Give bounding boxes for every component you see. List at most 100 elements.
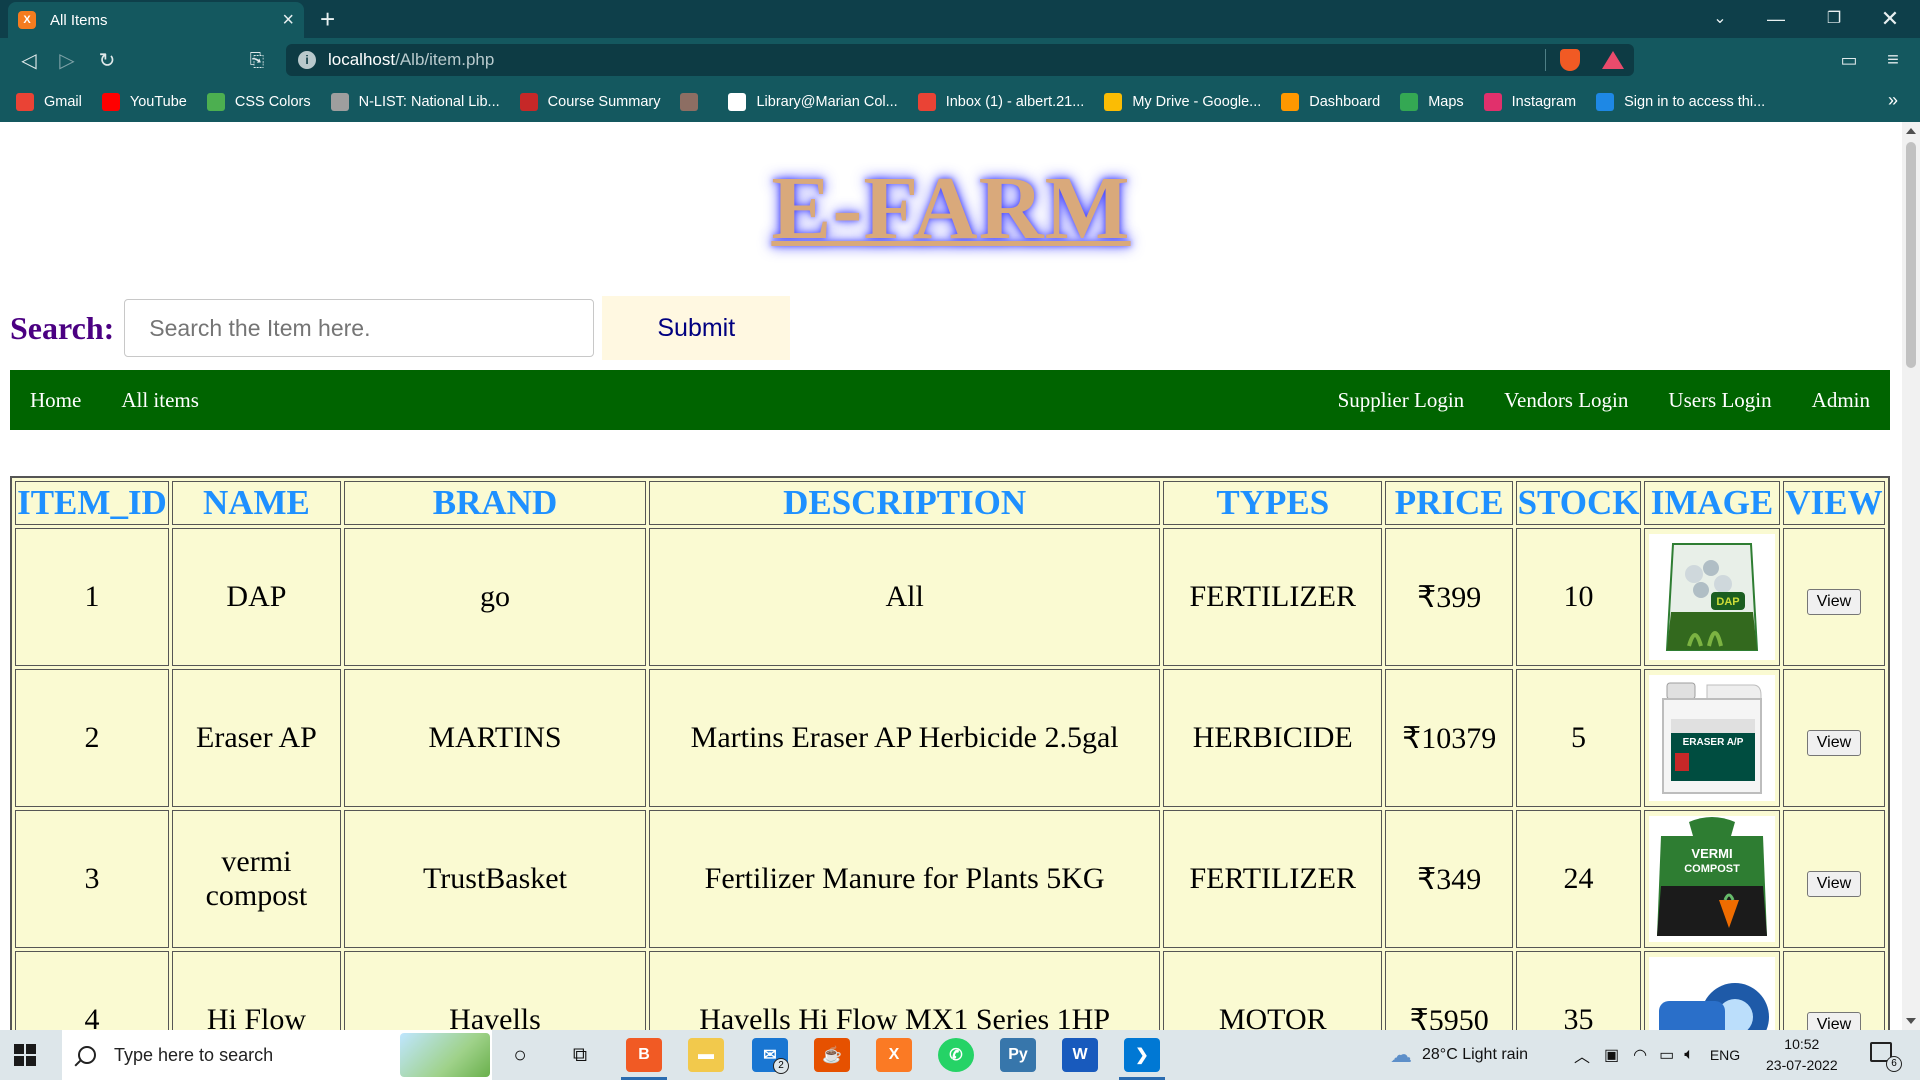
bookmark-label: Library@Marian Col... — [756, 94, 898, 110]
cell-item-id: 2 — [15, 669, 169, 807]
input-language[interactable]: ENG — [1710, 1047, 1740, 1063]
view-button[interactable]: View — [1806, 870, 1862, 897]
cell-stock: 10 — [1516, 528, 1641, 666]
java-icon[interactable]: ☕ — [814, 1038, 850, 1072]
tab-close-icon[interactable]: × — [282, 10, 294, 30]
bookmark-item[interactable]: Sign in to access thi... — [1596, 93, 1765, 111]
bookmark-label: Inbox (1) - albert.21... — [945, 94, 1085, 110]
battery-icon[interactable]: ▭ — [1659, 1045, 1674, 1065]
cell-description: Fertilizer Manure for Plants 5KG — [649, 810, 1161, 948]
bookmark-item[interactable]: Instagram — [1483, 93, 1577, 111]
xampp-icon[interactable]: X — [876, 1038, 912, 1072]
bookmark-item[interactable]: Dashboard — [1281, 93, 1380, 111]
system-tray: ︿ ▣ ◠ ▭ 🔈︎ ENG — [1574, 1030, 1740, 1080]
scroll-up-arrow-icon[interactable] — [1906, 128, 1916, 134]
python-icon[interactable]: Py — [1000, 1038, 1036, 1072]
show-hidden-icons-chevron-icon[interactable]: ︿ — [1574, 1043, 1590, 1067]
scrollbar-thumb[interactable] — [1906, 142, 1916, 368]
site-info-icon[interactable]: i — [298, 51, 316, 69]
cell-view: View — [1783, 528, 1885, 666]
tab-search-chevron-icon[interactable]: ⌄ — [1700, 4, 1740, 34]
task-view-icon[interactable]: ⧉ — [562, 1038, 598, 1072]
volume-icon[interactable]: 🔈︎ — [1684, 1046, 1694, 1064]
wallet-icon[interactable]: ▭ — [1834, 46, 1864, 74]
cortana-icon[interactable]: ○ — [502, 1038, 538, 1072]
nav-admin[interactable]: Admin — [1792, 388, 1890, 413]
nav-vendors-login[interactable]: Vendors Login — [1484, 388, 1648, 413]
bookmark-label: Instagram — [1511, 94, 1577, 110]
bookmark-item[interactable]: Maps — [1400, 93, 1464, 111]
dashboard-icon — [1281, 93, 1300, 111]
reload-button[interactable]: ↻ — [92, 46, 122, 74]
cell-name: Hi Flow — [171, 951, 341, 1030]
scroll-down-arrow-icon[interactable] — [1906, 1018, 1916, 1024]
browser-menu-icon[interactable]: ≡ — [1878, 46, 1908, 74]
file-explorer-icon[interactable]: ▬ — [688, 1038, 724, 1072]
tab-title: All Items — [50, 11, 108, 29]
search-input[interactable] — [124, 299, 595, 357]
wifi-icon[interactable]: ◠ — [1633, 1045, 1647, 1065]
windows-start-icon[interactable] — [14, 1044, 36, 1066]
page-scrollbar[interactable] — [1902, 122, 1920, 1030]
site-logo: E-FARM — [771, 159, 1131, 258]
view-button[interactable]: View — [1806, 1011, 1862, 1030]
bookmark-item[interactable]: Inbox (1) - albert.21... — [917, 93, 1085, 111]
nav-supplier-login[interactable]: Supplier Login — [1318, 388, 1485, 413]
view-button[interactable]: View — [1806, 588, 1862, 615]
restore-button[interactable]: ❐ — [1814, 4, 1854, 34]
bookmark-item[interactable]: YouTube — [101, 93, 187, 111]
view-button[interactable]: View — [1806, 729, 1862, 756]
header-price: PRICE — [1385, 481, 1514, 525]
cell-price: ₹5950 — [1385, 951, 1514, 1030]
nav-all-items[interactable]: All items — [101, 388, 219, 413]
new-tab-button[interactable]: + — [320, 4, 335, 34]
cell-name: Eraser AP — [171, 669, 341, 807]
bookmark-page-icon[interactable]: ⎘ — [242, 46, 272, 74]
bookmark-label: Course Summary — [547, 94, 661, 110]
page-viewport: E-FARM Search: Submit Home All items Sup… — [0, 122, 1902, 1030]
windows-taskbar: Type here to search ○ ⧉ B ▬ ✉ 2 ☕ X ✆ Py… — [0, 1030, 1920, 1080]
nav-home[interactable]: Home — [10, 388, 101, 413]
vscode-icon[interactable]: ❯ — [1124, 1038, 1160, 1072]
weather-widget[interactable]: ☁ 28°C Light rain — [1390, 1030, 1528, 1080]
back-button[interactable]: ◁ — [14, 46, 44, 74]
taskbar-clock[interactable]: 10:52 23-07-2022 — [1766, 1034, 1838, 1076]
word-icon[interactable]: W — [1062, 1038, 1098, 1072]
bookmark-item[interactable]: Gmail — [16, 93, 82, 111]
cell-type: MOTOR — [1163, 951, 1383, 1030]
eraser-ap-herbicide-jug-image: ERASER A/P — [1649, 675, 1775, 801]
address-bar[interactable]: i localhost/Alb/item.php — [286, 44, 1634, 76]
search-icon — [78, 1046, 96, 1064]
meet-now-icon[interactable]: ▣ — [1604, 1045, 1619, 1065]
bookmark-item[interactable]: My Drive - Google... — [1104, 93, 1261, 111]
more-bookmarks-icon[interactable]: » — [1888, 90, 1898, 111]
cell-stock: 24 — [1516, 810, 1641, 948]
brave-browser-icon[interactable]: B — [626, 1038, 662, 1072]
bookmark-item[interactable]: Course Summary — [519, 93, 661, 111]
nav-users-login[interactable]: Users Login — [1648, 388, 1791, 413]
header-image: IMAGE — [1644, 481, 1780, 525]
nlist-icon — [330, 93, 349, 111]
cell-image: DAP — [1644, 528, 1780, 666]
whatsapp-icon[interactable]: ✆ — [938, 1038, 974, 1072]
bookmark-item[interactable]: N-LIST: National Lib... — [330, 93, 500, 111]
taskbar-search[interactable]: Type here to search — [62, 1030, 492, 1080]
cell-item-id: 1 — [15, 528, 169, 666]
brave-shields-icon[interactable] — [1560, 49, 1580, 71]
address-bar-divider — [1545, 49, 1546, 71]
clock-time: 10:52 — [1784, 1036, 1820, 1052]
forward-button[interactable]: ▷ — [52, 46, 82, 74]
cell-type: FERTILIZER — [1163, 810, 1383, 948]
close-window-button[interactable]: ✕ — [1870, 4, 1910, 34]
url-text[interactable]: localhost/Alb/item.php — [328, 50, 1545, 70]
cell-item-id: 4 — [15, 951, 169, 1030]
bookmark-item[interactable]: CSS Colors — [206, 93, 311, 111]
minimize-button[interactable]: — — [1756, 4, 1796, 34]
submit-button[interactable]: Submit — [602, 296, 791, 360]
bookmark-item[interactable] — [680, 93, 708, 111]
table-row: 1 DAP go All FERTILIZER ₹399 10 DAP View — [15, 528, 1885, 666]
browser-tab-active[interactable]: X All Items × — [8, 2, 304, 38]
cell-brand: MARTINS — [343, 669, 647, 807]
bookmark-item[interactable]: Library@Marian Col... — [728, 93, 898, 111]
brave-rewards-icon[interactable] — [1602, 51, 1624, 69]
